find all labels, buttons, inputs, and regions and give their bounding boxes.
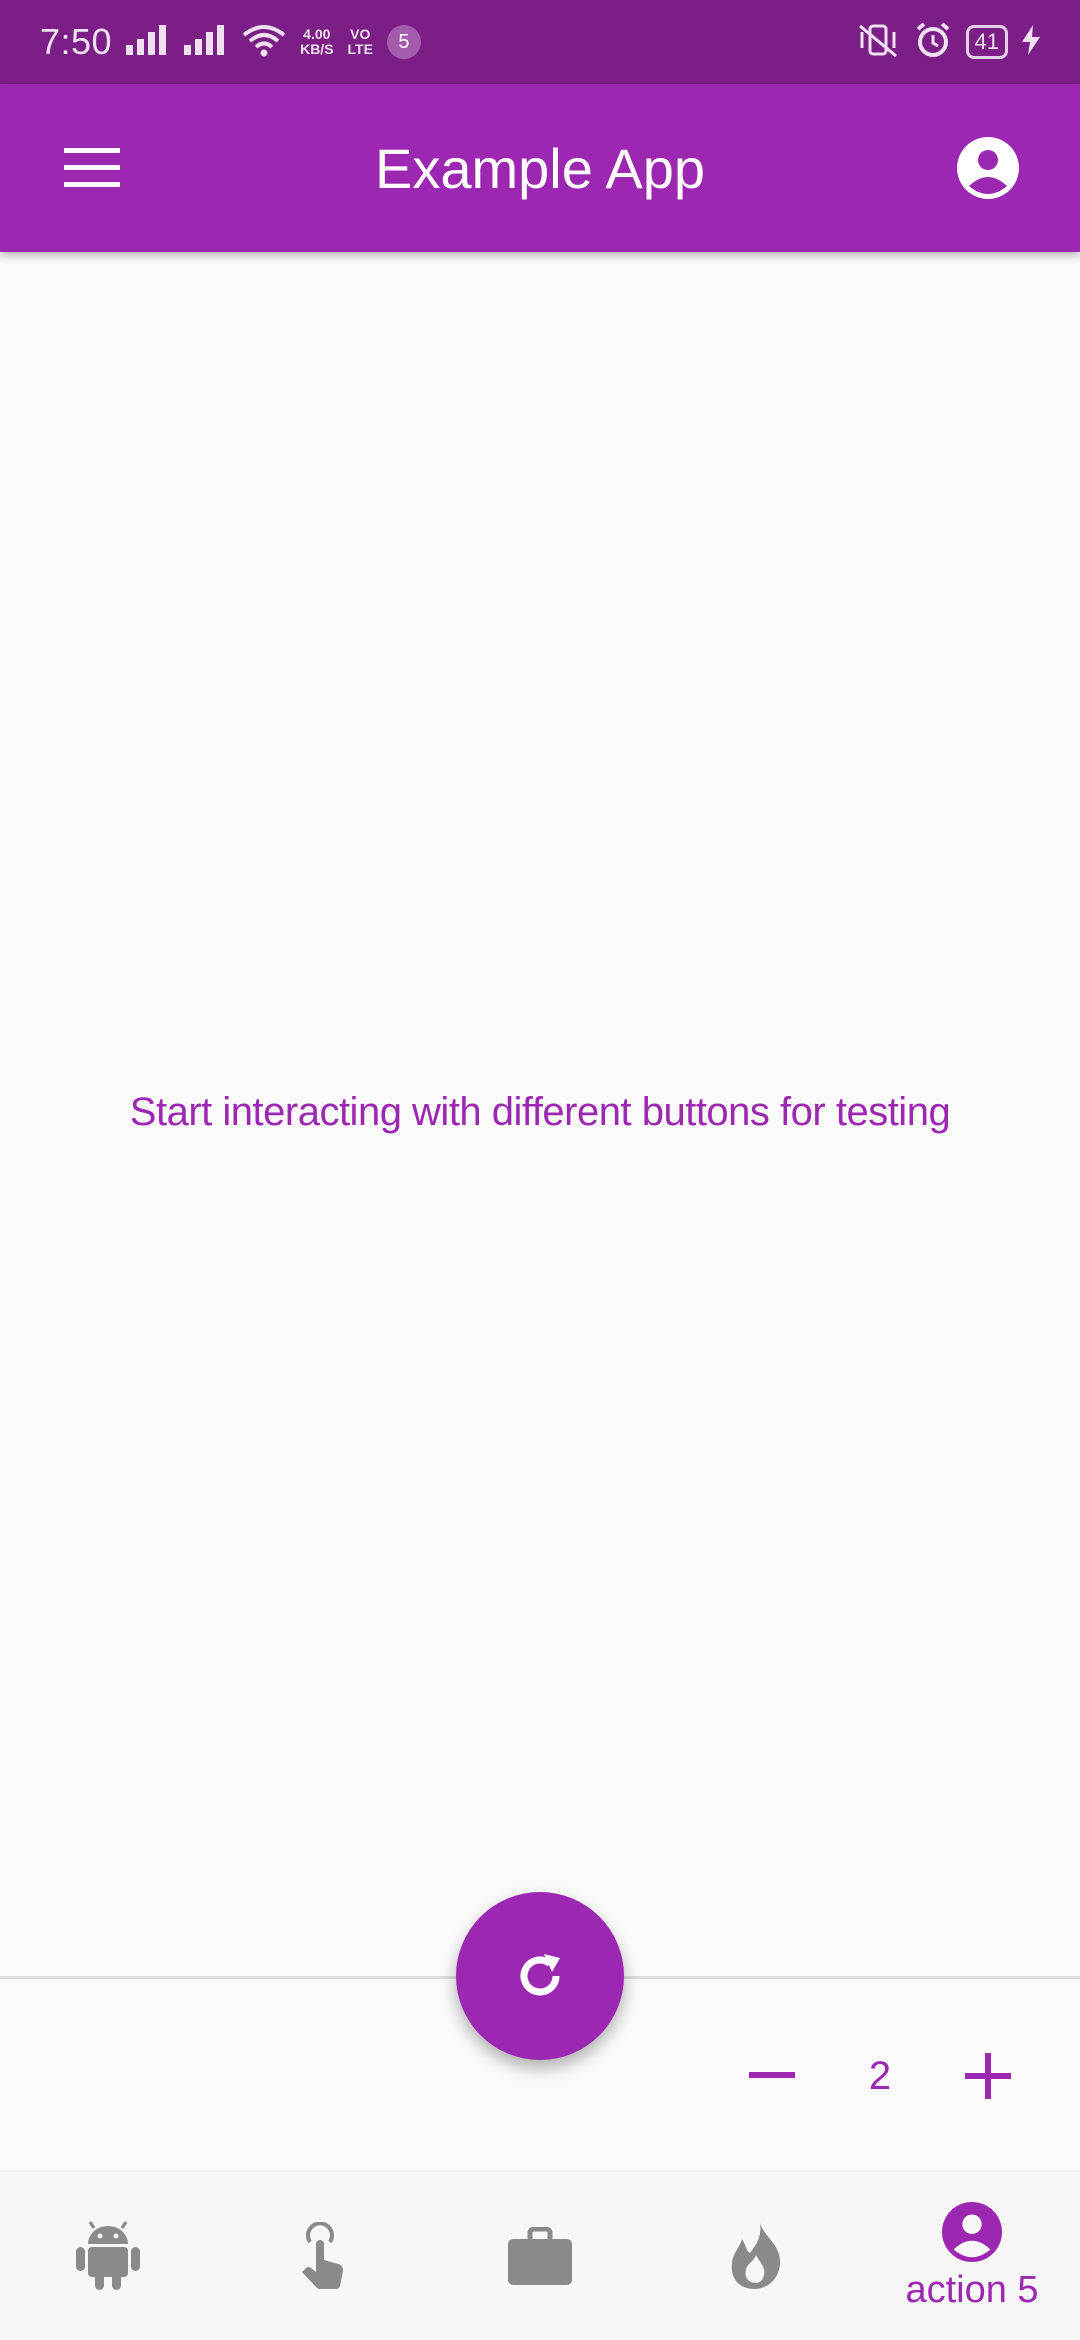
app-title: Example App: [375, 136, 705, 200]
fire-icon: [731, 2223, 781, 2289]
volte-indicator: VO LTE: [348, 27, 373, 57]
bottom-navigation: action 5: [0, 2170, 1080, 2340]
signal-icon-2: [184, 24, 228, 60]
menu-button[interactable]: [56, 132, 128, 204]
refresh-icon: [520, 1954, 560, 1996]
notification-count-badge: 5: [386, 25, 421, 59]
account-button[interactable]: [952, 132, 1024, 204]
touch-icon: [302, 2222, 344, 2290]
app-screen: 7:50 4.00 KB/S VO LTE 5 41 Example App S…: [0, 0, 1080, 2340]
vibrate-off-icon: [856, 22, 900, 63]
minus-icon: [749, 2072, 795, 2078]
quantity-stepper: 2: [730, 2034, 1030, 2118]
account-circle-icon: [941, 2201, 1003, 2262]
briefcase-icon: [508, 2227, 572, 2285]
stepper-value: 2: [868, 2053, 892, 2098]
net-speed-unit: KB/S: [300, 41, 334, 57]
app-bar: Example App: [0, 84, 1080, 252]
status-bar-right: 41: [856, 21, 1040, 64]
menu-icon: [64, 148, 120, 187]
nav-item-touch[interactable]: [224, 2171, 424, 2340]
increment-button[interactable]: [946, 2034, 1030, 2118]
account-circle-icon: [957, 137, 1019, 199]
volte-bottom: LTE: [347, 41, 373, 57]
nav-item-fire[interactable]: [656, 2171, 856, 2340]
volte-top: VO: [350, 26, 371, 42]
wifi-icon: [242, 23, 286, 62]
battery-indicator: 41: [965, 25, 1008, 59]
status-bar: 7:50 4.00 KB/S VO LTE 5 41: [0, 0, 1080, 84]
net-speed: 4.00 KB/S: [300, 27, 333, 57]
signal-icon: [126, 24, 170, 60]
nav-item-android[interactable]: [8, 2171, 208, 2340]
status-bar-left: 7:50 4.00 KB/S VO LTE 5: [40, 21, 421, 63]
refresh-fab[interactable]: [456, 1892, 624, 2060]
status-time: 7:50: [40, 21, 113, 62]
plus-icon: [965, 2053, 1011, 2099]
decrement-button[interactable]: [730, 2034, 814, 2118]
nav-item-label: action 5: [905, 2268, 1039, 2311]
alarm-icon: [914, 21, 952, 64]
instruction-text: Start interacting with different buttons…: [129, 1090, 951, 1134]
nav-item-work[interactable]: [440, 2171, 640, 2340]
net-speed-value: 4.00: [303, 26, 331, 42]
nav-item-action-5[interactable]: action 5: [872, 2171, 1072, 2340]
charging-icon: [1022, 24, 1040, 60]
android-icon: [76, 2221, 140, 2290]
